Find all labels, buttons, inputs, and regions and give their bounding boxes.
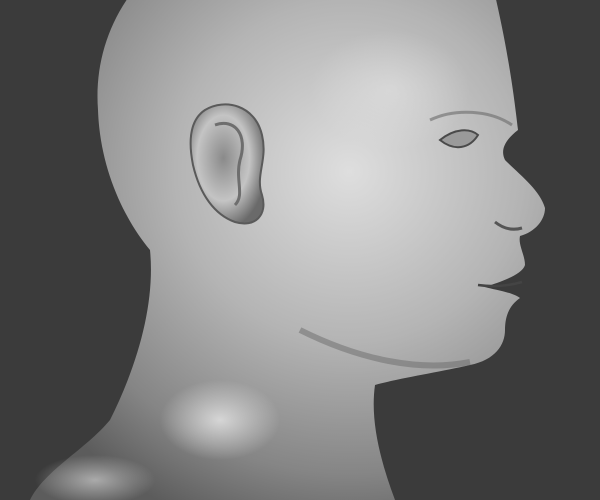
forehead-highlight — [310, 30, 470, 150]
neck-highlight — [160, 380, 280, 460]
sculpt-render — [0, 0, 600, 500]
